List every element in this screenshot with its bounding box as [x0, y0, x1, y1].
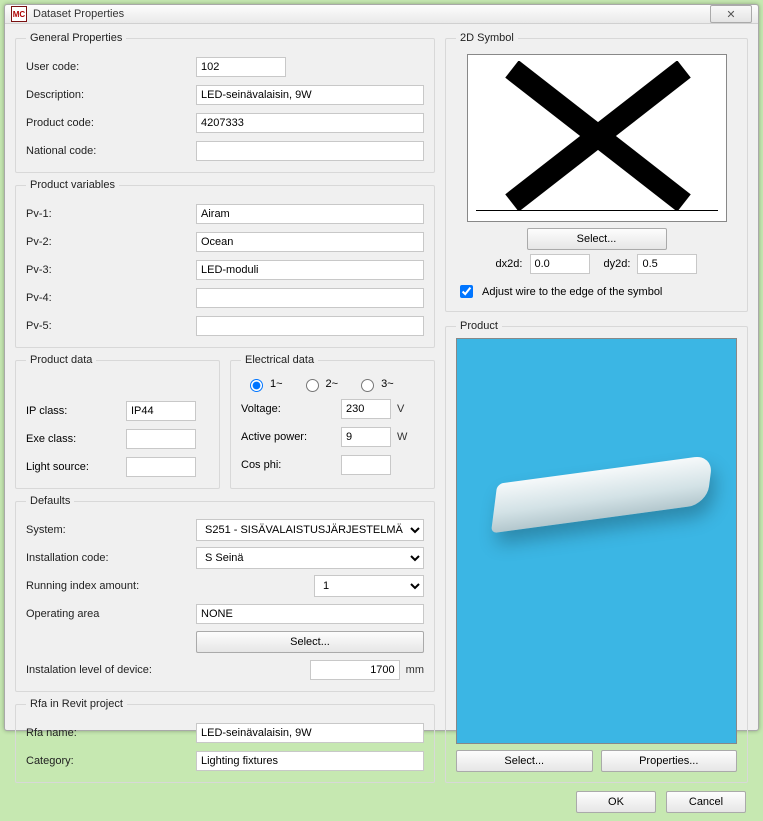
product-3d-preview[interactable]	[456, 338, 737, 744]
pv5-input[interactable]	[196, 316, 424, 336]
titlebar: MC Dataset Properties ✕	[5, 5, 758, 24]
description-input[interactable]	[196, 85, 424, 105]
active-power-input[interactable]	[341, 427, 391, 447]
dialog-window: MC Dataset Properties ✕ General Properti…	[4, 4, 759, 731]
running-index-select[interactable]: 1	[314, 575, 424, 597]
pv3-label: Pv-3:	[26, 264, 196, 276]
install-level-label: Instalation level of device:	[26, 664, 196, 676]
running-index-label: Running index amount:	[26, 580, 196, 592]
dx2d-input[interactable]	[530, 254, 590, 274]
close-icon: ✕	[726, 8, 735, 21]
pv2-label: Pv-2:	[26, 236, 196, 248]
dialog-content: General Properties User code: Descriptio…	[5, 24, 758, 791]
dy2d-input[interactable]	[637, 254, 697, 274]
user-code-label: User code:	[26, 61, 196, 73]
general-properties-group: General Properties User code: Descriptio…	[15, 32, 435, 173]
operating-area-label: Operating area	[26, 608, 196, 620]
rfa-name-label: Rfa name:	[26, 727, 196, 739]
rfa-category-input[interactable]	[196, 751, 424, 771]
product-select-button[interactable]: Select...	[456, 750, 593, 772]
operating-area-select-button[interactable]: Select...	[196, 631, 424, 653]
rfa-name-input[interactable]	[196, 723, 424, 743]
symbol-baseline	[476, 210, 718, 211]
rfa-group: Rfa in Revit project Rfa name: Category:	[15, 698, 435, 783]
pv1-input[interactable]	[196, 204, 424, 224]
symbol-preview	[467, 54, 727, 222]
app-icon: MC	[11, 6, 27, 22]
operating-area-input[interactable]	[196, 604, 424, 624]
light-source-label: Light source:	[26, 461, 126, 473]
dx2d-label: dx2d:	[496, 258, 523, 270]
voltage-label: Voltage:	[241, 403, 341, 415]
phase-1-label: 1~	[270, 378, 283, 390]
phase-3-label: 3~	[381, 378, 394, 390]
product-legend: Product	[456, 320, 502, 332]
active-power-label: Active power:	[241, 431, 341, 443]
cancel-button[interactable]: Cancel	[666, 791, 746, 813]
ok-button[interactable]: OK	[576, 791, 656, 813]
exe-class-input[interactable]	[126, 429, 196, 449]
system-label: System:	[26, 524, 196, 536]
electrical-data-legend: Electrical data	[241, 354, 318, 366]
electrical-data-group: Electrical data 1~ 2~ 3~ Voltage: V Activ…	[230, 354, 435, 489]
exe-class-label: Exe class:	[26, 433, 126, 445]
cos-phi-label: Cos phi:	[241, 459, 341, 471]
ip-class-label: IP class:	[26, 405, 126, 417]
phase-1-radio[interactable]: 1~	[245, 376, 283, 392]
voltage-input[interactable]	[341, 399, 391, 419]
product-variables-group: Product variables Pv-1: Pv-2: Pv-3: Pv-4…	[15, 179, 435, 348]
pv4-label: Pv-4:	[26, 292, 196, 304]
product-data-group: Product data IP class: Exe class: Light …	[15, 354, 220, 489]
active-power-unit: W	[397, 431, 407, 443]
ip-class-input[interactable]	[126, 401, 196, 421]
cos-phi-input[interactable]	[341, 455, 391, 475]
defaults-group: Defaults System: S251 - SISÄVALAISTUSJÄR…	[15, 495, 435, 692]
window-title: Dataset Properties	[33, 8, 710, 20]
adjust-wire-label: Adjust wire to the edge of the symbol	[482, 286, 662, 298]
product-code-label: Product code:	[26, 117, 196, 129]
product-properties-button[interactable]: Properties...	[601, 750, 738, 772]
rfa-legend: Rfa in Revit project	[26, 698, 127, 710]
installation-code-label: Installation code:	[26, 552, 196, 564]
close-button[interactable]: ✕	[710, 5, 752, 23]
phase-2-label: 2~	[326, 378, 339, 390]
voltage-unit: V	[397, 403, 404, 415]
right-column: 2D Symbol Select... dx2d: dy2d:	[445, 32, 748, 783]
product-model-icon	[491, 455, 713, 534]
product-code-input[interactable]	[196, 113, 424, 133]
install-level-unit: mm	[406, 664, 424, 676]
product-variables-legend: Product variables	[26, 179, 119, 191]
install-level-input[interactable]	[310, 660, 400, 680]
pv5-label: Pv-5:	[26, 320, 196, 332]
symbol-group: 2D Symbol Select... dx2d: dy2d:	[445, 32, 748, 312]
national-code-label: National code:	[26, 145, 196, 157]
description-label: Description:	[26, 89, 196, 101]
phase-3-radio[interactable]: 3~	[356, 376, 394, 392]
rfa-category-label: Category:	[26, 755, 196, 767]
left-column: General Properties User code: Descriptio…	[15, 32, 435, 783]
x-symbol-icon	[504, 61, 692, 211]
general-properties-legend: General Properties	[26, 32, 126, 44]
product-group: Product Select... Properties...	[445, 320, 748, 783]
pv2-input[interactable]	[196, 232, 424, 252]
defaults-legend: Defaults	[26, 495, 74, 507]
installation-code-select[interactable]: S Seinä	[196, 547, 424, 569]
phase-2-radio[interactable]: 2~	[301, 376, 339, 392]
product-data-legend: Product data	[26, 354, 96, 366]
user-code-input[interactable]	[196, 57, 286, 77]
dy2d-label: dy2d:	[604, 258, 631, 270]
system-select[interactable]: S251 - SISÄVALAISTUSJÄRJESTELMÄ	[196, 519, 424, 541]
adjust-wire-checkbox[interactable]	[460, 285, 473, 298]
dialog-footer: OK Cancel	[5, 791, 758, 821]
national-code-input[interactable]	[196, 141, 424, 161]
pv3-input[interactable]	[196, 260, 424, 280]
pv1-label: Pv-1:	[26, 208, 196, 220]
symbol-legend: 2D Symbol	[456, 32, 518, 44]
pv4-input[interactable]	[196, 288, 424, 308]
symbol-select-button[interactable]: Select...	[527, 228, 667, 250]
light-source-input[interactable]	[126, 457, 196, 477]
